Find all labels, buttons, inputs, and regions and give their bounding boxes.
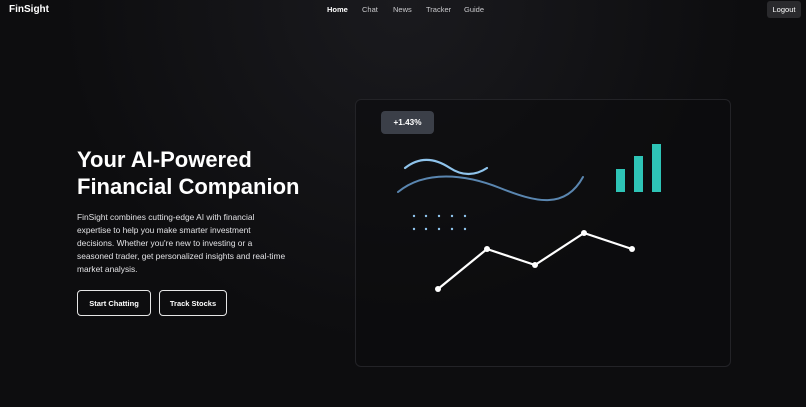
bar-1 — [616, 169, 625, 192]
finance-illustration — [397, 144, 661, 292]
dot-grid — [412, 214, 467, 231]
wave-light — [403, 158, 489, 176]
bar-3 — [652, 144, 661, 192]
trend-line — [437, 231, 633, 290]
bar-2 — [634, 156, 643, 192]
wave-dark — [397, 175, 584, 202]
